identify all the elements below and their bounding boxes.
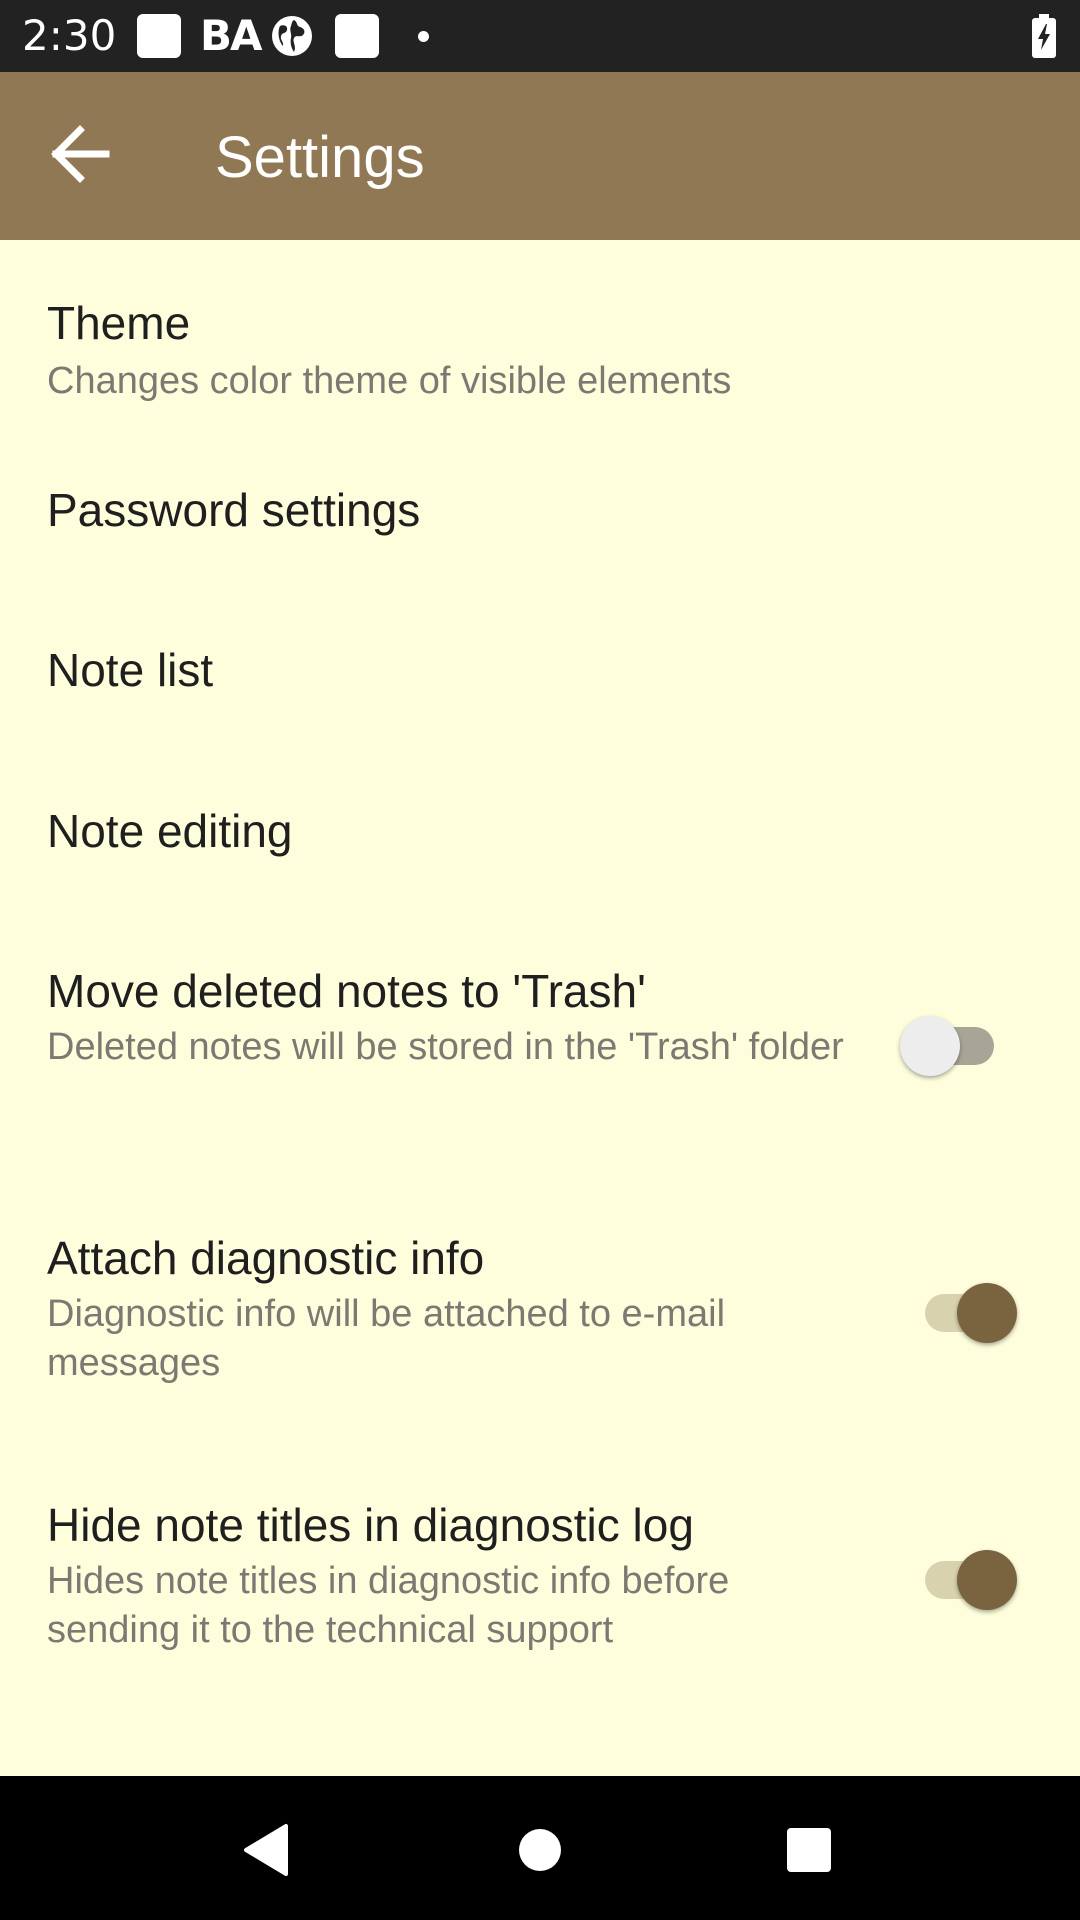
setting-theme[interactable]: Theme Changes color theme of visible ele… (0, 240, 1080, 430)
arrow-back-icon[interactable] (42, 114, 122, 194)
status-bar: 2:30 BA (0, 0, 1080, 72)
back-triangle-icon[interactable] (240, 1822, 292, 1878)
app-bar: Settings (0, 72, 1080, 240)
setting-title: Theme (47, 297, 191, 349)
home-circle-icon[interactable] (517, 1822, 563, 1878)
switch-thumb (900, 1016, 960, 1076)
dot-icon (418, 31, 429, 42)
switch-thumb (957, 1550, 1017, 1610)
setting-summary: Diagnostic info will be attached to e-ma… (47, 1293, 726, 1384)
ba-icon: BA (200, 11, 263, 60)
setting-title: Hide note titles in diagnostic log (47, 1499, 694, 1551)
setting-note-list[interactable]: Note list (0, 590, 1080, 750)
square-notification-icon (335, 14, 379, 58)
setting-summary: Deleted notes will be stored in the 'Tra… (47, 1026, 844, 1068)
setting-attach-diagnostic[interactable]: Attach diagnostic info Diagnostic info w… (0, 1177, 1080, 1444)
diagnostic-toggle[interactable] (907, 1274, 1017, 1344)
setting-move-to-trash[interactable]: Move deleted notes to 'Trash' Deleted no… (0, 910, 1080, 1177)
setting-note-editing[interactable]: Note editing (0, 750, 1080, 910)
recents-square-icon[interactable] (785, 1822, 833, 1878)
globe-icon (272, 16, 312, 56)
setting-title: Password settings (47, 484, 421, 536)
setting-hide-note-titles[interactable]: Hide note titles in diagnostic log Hides… (0, 1444, 1080, 1711)
setting-title: Note list (47, 644, 214, 696)
trash-toggle[interactable] (900, 1007, 1010, 1077)
battery-charging-icon (1032, 14, 1056, 58)
page-title: Settings (215, 125, 425, 190)
settings-list: Theme Changes color theme of visible ele… (0, 240, 1080, 1776)
hide-titles-toggle[interactable] (907, 1541, 1017, 1611)
status-time: 2:30 (22, 11, 117, 60)
setting-title: Attach diagnostic info (47, 1232, 485, 1284)
setting-password[interactable]: Password settings (0, 430, 1080, 590)
setting-summary: Hides note titles in diagnostic info bef… (47, 1560, 730, 1651)
setting-title: Move deleted notes to 'Trash' (47, 965, 646, 1017)
square-notification-icon (137, 14, 181, 58)
setting-summary: Changes color theme of visible elements (47, 360, 732, 402)
navigation-bar (0, 1776, 1080, 1920)
setting-title: Note editing (47, 805, 293, 857)
switch-thumb (957, 1283, 1017, 1343)
